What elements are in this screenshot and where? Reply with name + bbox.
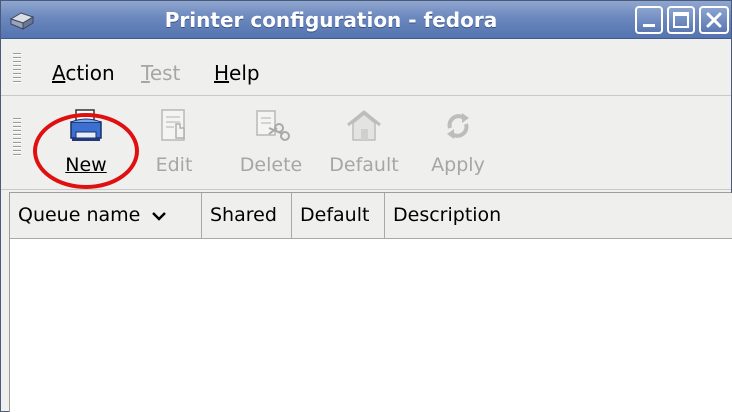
edit-document-icon <box>154 108 194 144</box>
minimize-button[interactable] <box>635 6 663 34</box>
menu-test[interactable]: Test <box>141 61 180 85</box>
column-header-label: Description <box>393 204 502 226</box>
maximize-button[interactable] <box>667 6 695 34</box>
menu-help[interactable]: Help <box>214 61 260 85</box>
table-header: Queue name Shared Default Description <box>10 193 732 239</box>
chevron-down-icon <box>152 193 167 238</box>
column-header-description[interactable]: Description <box>385 193 732 238</box>
maximize-icon <box>673 12 689 28</box>
column-header-label: Queue name <box>18 204 141 226</box>
minimize-icon <box>643 24 655 27</box>
scissors-delete-icon <box>251 108 291 144</box>
menu-help-rest: elp <box>229 61 260 85</box>
default-button[interactable]: Default <box>323 108 405 184</box>
menu-test-mnemonic: T <box>141 61 150 85</box>
printer-queue-table[interactable]: Queue name Shared Default Description <box>9 192 732 412</box>
menu-action-rest: ction <box>65 61 115 85</box>
column-header-default[interactable]: Default <box>292 193 385 238</box>
refresh-apply-icon <box>438 108 478 144</box>
menu-bar: Action Test Help <box>1 39 731 96</box>
home-icon <box>344 108 384 144</box>
menu-action-mnemonic: A <box>52 61 66 85</box>
default-button-label: Default <box>329 154 399 176</box>
close-button[interactable] <box>699 6 729 34</box>
close-icon <box>706 12 722 28</box>
window-title: Printer configuration - fedora <box>164 8 498 32</box>
red-highlight-circle <box>33 113 139 189</box>
column-header-label: Default <box>300 204 370 226</box>
apply-button[interactable]: Apply <box>425 108 491 184</box>
menu-action[interactable]: Action <box>52 61 115 85</box>
column-header-label: Shared <box>210 204 277 226</box>
delete-button-label: Delete <box>239 154 303 176</box>
menu-test-rest: est <box>149 61 181 85</box>
table-body-empty[interactable] <box>10 239 732 412</box>
column-header-queue-name[interactable]: Queue name <box>10 193 202 238</box>
edit-button-label: Edit <box>155 154 193 176</box>
menubar-grip-handle[interactable] <box>13 53 21 83</box>
menu-help-mnemonic: H <box>214 61 230 85</box>
delete-button[interactable]: Delete <box>233 108 309 184</box>
edit-button[interactable]: Edit <box>149 108 199 184</box>
column-header-shared[interactable]: Shared <box>202 193 292 238</box>
title-bar[interactable]: Printer configuration - fedora <box>1 1 731 39</box>
printer-config-window: Printer configuration - fedora Action Te… <box>0 0 732 412</box>
apply-button-label: Apply <box>431 154 485 176</box>
toolbar-grip-handle[interactable] <box>13 118 21 158</box>
